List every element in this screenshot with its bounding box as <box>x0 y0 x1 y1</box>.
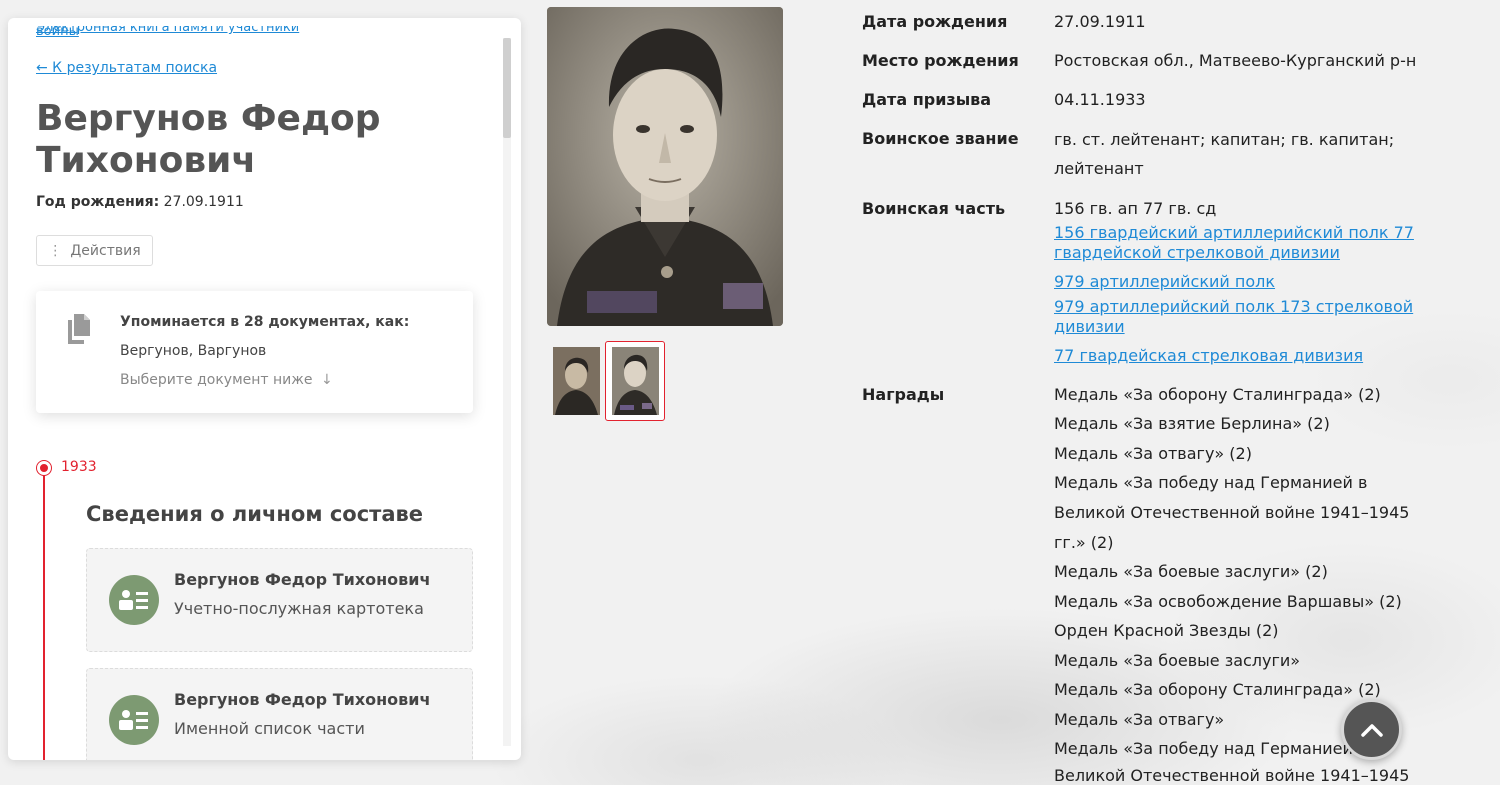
person-card-icon <box>109 695 159 745</box>
actions-label: Действия <box>70 242 141 259</box>
award-item: Великой Отечественной войне 1941–1945 <box>1054 503 1410 522</box>
arrow-down-icon: ↓ <box>320 372 333 388</box>
panel-scrollbar-thumb[interactable] <box>503 38 511 138</box>
award-item: Медаль «За победу над Германией в <box>1054 473 1368 492</box>
mentions-hint: Выберите документ ниже ↓ <box>120 372 333 388</box>
award-item: Медаль «За взятие Берлина» (2) <box>1054 414 1330 433</box>
portrait-photo[interactable] <box>547 7 783 326</box>
timeline-year: 1933 <box>61 459 97 475</box>
panel-scrollbar[interactable] <box>503 38 511 746</box>
draft-date-label: Дата призыва <box>862 90 992 109</box>
photo-thumbnail-selected[interactable] <box>605 341 665 421</box>
unit-link[interactable]: 156 гвардейский артиллерийский полк 77 г… <box>1054 223 1434 263</box>
document-card[interactable]: Вергунов Федор Тихонович Учетно-послужна… <box>86 548 473 652</box>
birth-year-label: Год рождения: <box>36 194 160 210</box>
unit-label: Воинская часть <box>862 199 1006 218</box>
back-to-results-link[interactable]: ← К результатам поиска <box>36 60 217 76</box>
birth-place-value: Ростовская обл., Матвеево-Курганский р-н <box>1054 51 1417 70</box>
award-item: Медаль «За боевые заслуги» (2) <box>1054 562 1328 581</box>
award-item: Медаль «За боевые заслуги» <box>1054 651 1301 670</box>
unit-link[interactable]: 77 гвардейская стрелковая дивизия <box>1054 346 1434 366</box>
document-type: Именной список части <box>174 719 365 738</box>
timeline-line <box>43 473 45 760</box>
breadcrumb-link[interactable]: Электронная книга памяти участники войны <box>36 26 316 40</box>
award-item: Медаль «За оборону Сталинграда» (2) <box>1054 680 1381 699</box>
document-card[interactable]: Вергунов Федор Тихонович Именной список … <box>86 668 473 760</box>
awards-label: Награды <box>862 385 945 404</box>
birth-place-label: Место рождения <box>862 51 1019 70</box>
birth-date-label: Дата рождения <box>862 12 1008 31</box>
timeline-dot <box>37 461 51 475</box>
document-type: Учетно-послужная картотека <box>174 599 424 618</box>
photo-thumbnail[interactable] <box>553 347 600 415</box>
award-item: Великой Отечественной войне 1941–1945 <box>1054 766 1410 785</box>
unit-link[interactable]: 979 артиллерийский полк 173 стрелковой д… <box>1054 297 1434 337</box>
mentions-hint-text: Выберите документ ниже <box>120 372 313 388</box>
document-person-name: Вергунов Федор Тихонович <box>174 690 431 709</box>
documents-icon <box>68 314 90 344</box>
section-title: Сведения о личном составе <box>86 502 424 526</box>
award-item: Орден Красной Звезды (2) <box>1054 621 1279 640</box>
birth-year-line: Год рождения: 27.09.1911 <box>36 194 244 210</box>
chevron-up-icon <box>1360 723 1383 737</box>
award-item: Медаль «За освобождение Варшавы» (2) <box>1054 592 1402 611</box>
award-item: гг.» (2) <box>1054 533 1114 552</box>
unit-link[interactable]: 979 артиллерийский полк <box>1054 272 1434 292</box>
person-card-icon <box>109 575 159 625</box>
document-person-name: Вергунов Федор Тихонович <box>174 570 431 589</box>
mentions-card: Упоминается в 28 документах, как: Вергун… <box>36 291 473 413</box>
person-name: Вергунов Федор Тихонович <box>36 98 381 181</box>
actions-button[interactable]: ⋮ Действия <box>36 235 153 266</box>
award-item: Медаль «За отвагу» (2) <box>1054 444 1252 463</box>
birth-date-value: 27.09.1911 <box>1054 12 1146 31</box>
rank-label: Воинское звание <box>862 129 1019 148</box>
draft-date-value: 04.11.1933 <box>1054 90 1146 109</box>
more-vertical-icon: ⋮ <box>48 242 63 259</box>
rank-value: гв. ст. лейтенант; капитан; гв. капитан;… <box>1054 130 1395 178</box>
scroll-to-top-button[interactable] <box>1341 699 1402 760</box>
mentions-title: Упоминается в 28 документах, как: <box>120 314 410 330</box>
unit-value: 156 гв. ап 77 гв. сд <box>1054 199 1217 218</box>
person-summary-panel: Электронная книга памяти участники войны… <box>8 18 521 760</box>
award-item: Медаль «За оборону Сталинграда» (2) <box>1054 385 1381 404</box>
birth-year-value: 27.09.1911 <box>163 194 244 210</box>
mentions-names: Вергунов, Варгунов <box>120 343 267 359</box>
